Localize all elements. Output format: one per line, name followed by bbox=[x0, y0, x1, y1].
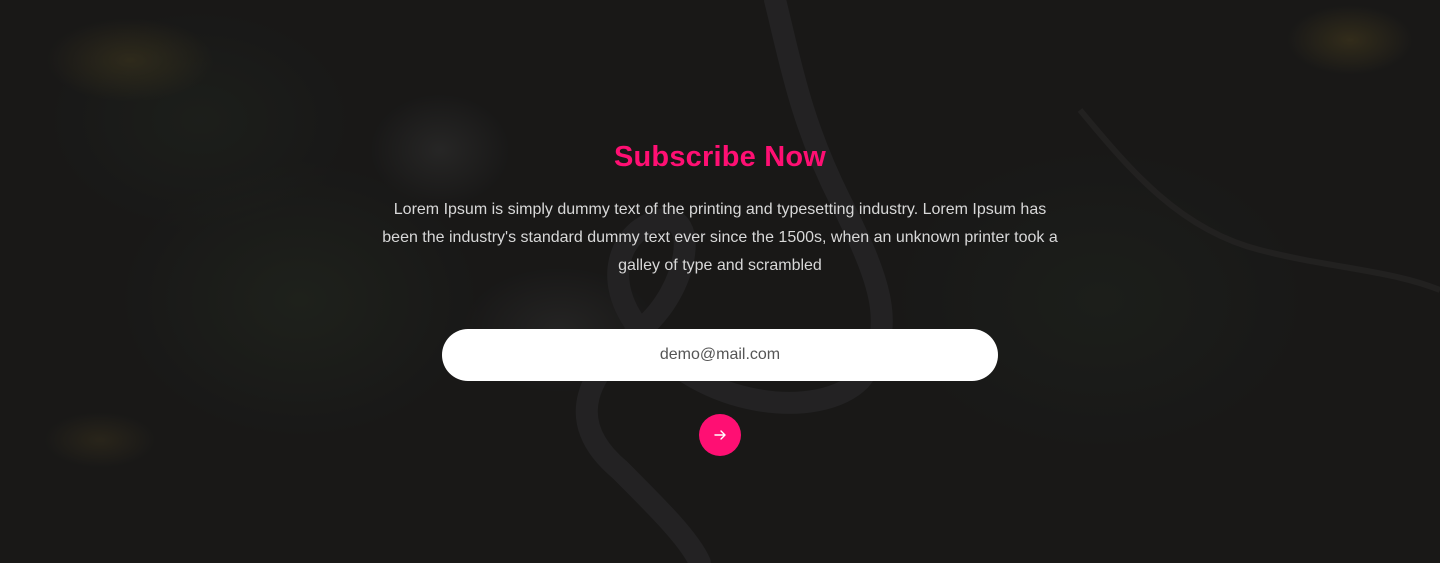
email-input[interactable] bbox=[442, 329, 998, 381]
subscribe-section: Subscribe Now Lorem Ipsum is simply dumm… bbox=[0, 0, 1440, 563]
subscribe-title: Subscribe Now bbox=[613, 141, 827, 173]
subscribe-description: Lorem Ipsum is simply dummy text of the … bbox=[382, 201, 1058, 274]
arrow-right-icon bbox=[714, 430, 726, 440]
subscribe-submit-button[interactable] bbox=[699, 414, 741, 456]
